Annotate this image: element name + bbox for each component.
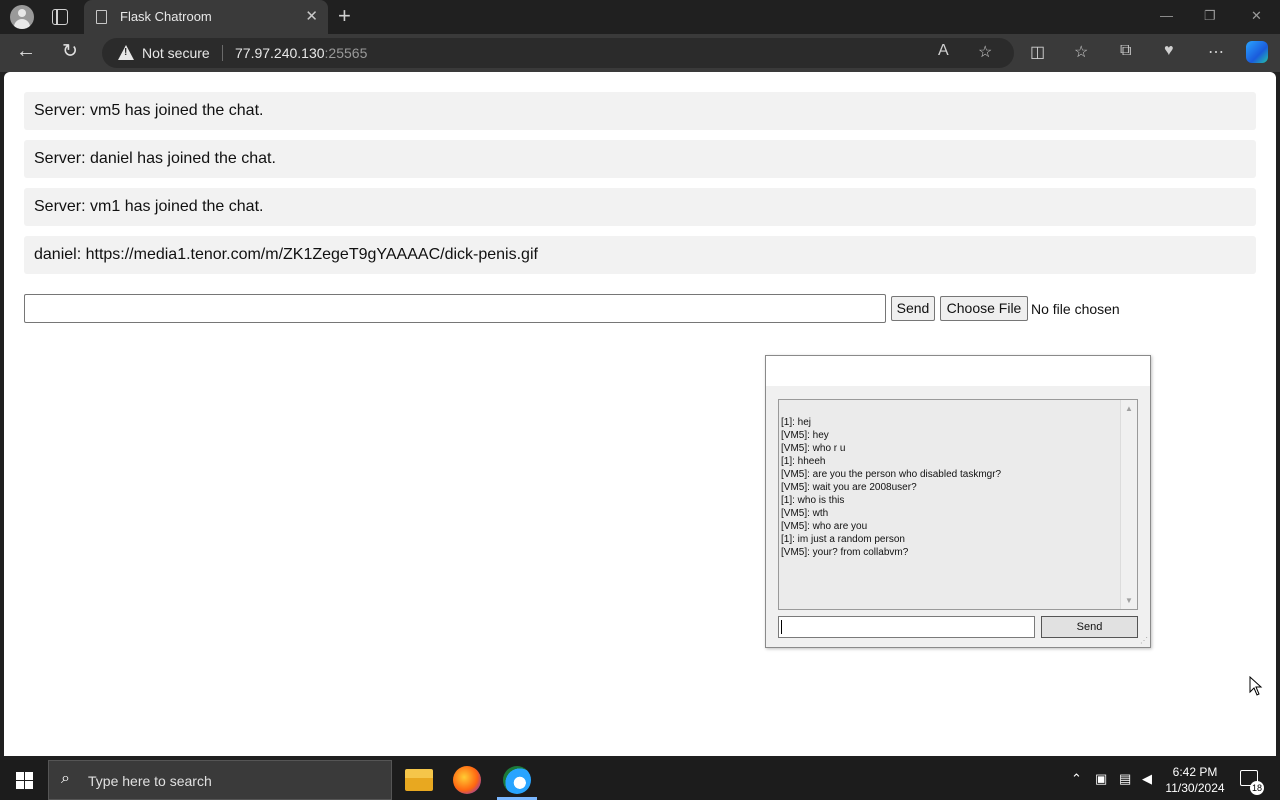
read-aloud-icon[interactable]: A [938, 42, 949, 60]
show-hidden-icons-icon[interactable]: ⌃ [1071, 771, 1082, 787]
notification-count-badge: 18 [1250, 781, 1264, 795]
chat-message: daniel: https://media1.tenor.com/m/ZK1Ze… [24, 236, 1256, 274]
windows-start-icon[interactable] [16, 772, 33, 789]
minimize-button[interactable]: — [1160, 8, 1173, 23]
browser-toolbar: ← ↻ Not secure 77.97.240.130:25565 A ☆ ◫… [0, 34, 1280, 72]
tab-flask-chatroom[interactable]: Flask Chatroom ✕ [84, 0, 328, 34]
chat-message: Server: daniel has joined the chat. [24, 140, 1256, 178]
url-host: 77.97.240.130 [235, 45, 325, 61]
file-status: No file chosen [1031, 301, 1120, 317]
chat-message: Server: vm5 has joined the chat. [24, 92, 1256, 130]
collections-icon[interactable]: ⧉ [1120, 42, 1131, 60]
log-line: [1]: hej [781, 417, 812, 428]
popup-send-button[interactable]: Send [1041, 616, 1138, 638]
back-arrow-icon[interactable]: ← [16, 40, 36, 63]
close-window-button[interactable]: ✕ [1251, 8, 1262, 24]
new-tab-button[interactable]: + [338, 3, 351, 29]
log-line: [1]: hheeh [781, 456, 826, 467]
tab-title: Flask Chatroom [120, 9, 212, 24]
popup-chat-window: [1]: hej [VM5]: hey [VM5]: who r u [1]: … [765, 355, 1151, 648]
popup-titlebar[interactable] [766, 356, 1150, 386]
mouse-cursor-icon [1249, 676, 1263, 696]
file-explorer-icon[interactable] [405, 769, 433, 791]
popup-chat-log[interactable]: [1]: hej [VM5]: hey [VM5]: who r u [1]: … [778, 399, 1138, 610]
clock[interactable]: 6:42 PM 11/30/2024 [1160, 764, 1230, 796]
warning-icon[interactable] [118, 45, 134, 60]
firefox-icon[interactable] [453, 766, 481, 794]
chat-message: Server: vm1 has joined the chat. [24, 188, 1256, 226]
log-line: [VM5]: wait you are 2008user? [781, 482, 917, 493]
resize-grip-icon[interactable]: ⋰ [1140, 636, 1148, 645]
url-port: :25565 [324, 45, 368, 61]
tab-strip: Flask Chatroom ✕ + — ❐ ✕ [0, 0, 1280, 34]
log-line: [VM5]: who are you [781, 521, 868, 532]
security-label[interactable]: Not secure [142, 45, 210, 61]
network-icon[interactable]: ▤ [1119, 771, 1131, 787]
popup-scrollbar[interactable]: ▲ ▼ [1120, 400, 1137, 609]
log-line: [1]: im just a random person [781, 534, 905, 545]
taskbar-search[interactable]: ⌕ Type here to search [48, 760, 392, 800]
search-placeholder: Type here to search [88, 773, 212, 789]
scroll-up-icon[interactable]: ▲ [1125, 402, 1133, 415]
tab-close-icon[interactable]: ✕ [305, 7, 318, 25]
log-line: [VM5]: hey [781, 430, 829, 441]
log-line: [VM5]: who r u [781, 443, 846, 454]
clock-time: 6:42 PM [1172, 765, 1218, 779]
url-text[interactable]: 77.97.240.130:25565 [235, 45, 367, 61]
security-tray-icon[interactable]: ▣ [1095, 771, 1107, 787]
edge-icon[interactable] [503, 766, 531, 794]
volume-muted-icon[interactable]: ◀ [1142, 771, 1152, 787]
profile-avatar-icon[interactable] [10, 5, 34, 29]
taskbar: ⌕ Type here to search ⌃ ▣ ▤ ◀ 6:42 PM 11… [0, 760, 1280, 800]
favorites-icon[interactable]: ☆ [1074, 42, 1088, 62]
log-line: [VM5]: are you the person who disabled t… [781, 469, 1002, 480]
log-line: [VM5]: wth [781, 508, 829, 519]
address-divider [222, 45, 223, 61]
page-content: Server: vm5 has joined the chat. Server:… [4, 72, 1276, 756]
popup-message-input[interactable] [778, 616, 1035, 638]
message-input[interactable] [24, 294, 886, 323]
scroll-down-icon[interactable]: ▼ [1125, 594, 1133, 607]
performance-icon[interactable]: ♥ [1164, 42, 1174, 60]
tab-actions-icon[interactable] [52, 9, 68, 25]
split-screen-icon[interactable]: ◫ [1030, 42, 1045, 62]
more-options-icon[interactable]: ⋯ [1208, 42, 1224, 62]
send-button[interactable]: Send [891, 296, 935, 321]
search-icon: ⌕ [61, 770, 70, 787]
reload-icon[interactable]: ↻ [62, 40, 78, 63]
copilot-icon[interactable] [1246, 41, 1268, 63]
page-icon [96, 10, 107, 24]
choose-file-button[interactable]: Choose File [940, 296, 1028, 321]
log-line: [VM5]: your? from collabvm? [781, 547, 909, 558]
restore-button[interactable]: ❐ [1204, 8, 1216, 24]
clock-date: 11/30/2024 [1165, 781, 1225, 795]
address-bar[interactable]: Not secure 77.97.240.130:25565 [102, 38, 1014, 68]
log-line: [1]: who is this [781, 495, 845, 506]
favorite-star-icon[interactable]: ☆ [978, 42, 992, 62]
